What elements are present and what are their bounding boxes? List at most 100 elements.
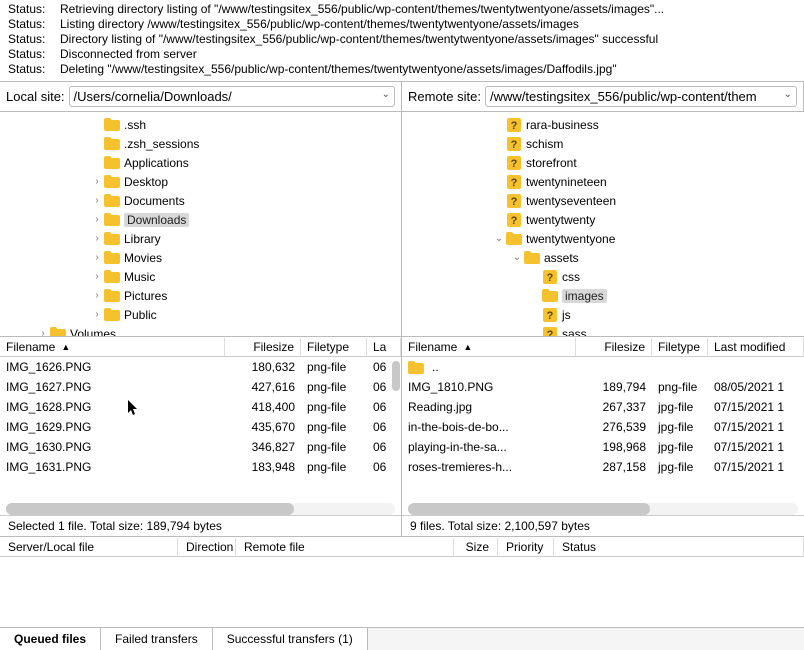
horizontal-scrollbar[interactable] — [6, 503, 395, 515]
tree-item[interactable]: ›?sass — [402, 324, 804, 337]
col-filename[interactable]: Filename▲ — [0, 338, 225, 356]
tree-item[interactable]: ›Applications — [0, 153, 401, 172]
file-name-cell: IMG_1626.PNG — [0, 360, 225, 374]
horizontal-scrollbar[interactable] — [408, 503, 798, 515]
tree-expand-icon[interactable]: › — [90, 309, 104, 320]
transfer-queue-area: Server/Local file Direction Remote file … — [0, 537, 804, 650]
tree-item[interactable]: ›?twentytwenty — [402, 210, 804, 229]
tree-item[interactable]: ›?twentyseventeen — [402, 191, 804, 210]
col-lastmod[interactable]: Last modified — [708, 338, 804, 356]
tree-item[interactable]: ⌄twentytwentyone — [402, 229, 804, 248]
tree-item[interactable]: ›Desktop — [0, 172, 401, 191]
tree-item[interactable]: ›.ssh — [0, 115, 401, 134]
chevron-down-icon[interactable]: ⌄ — [382, 89, 390, 100]
status-message: Disconnected from server — [60, 47, 796, 62]
col-lastmod[interactable]: La — [367, 338, 401, 356]
qcol-direction[interactable]: Direction — [178, 538, 236, 556]
local-directory-tree[interactable]: ›.ssh›.zsh_sessions›Applications›Desktop… — [0, 112, 401, 337]
col-filesize[interactable]: Filesize — [576, 338, 652, 356]
file-row[interactable]: IMG_1629.PNG435,670png-file06 — [0, 417, 401, 437]
remote-site-header: Remote site: /www/testingsitex_556/publi… — [402, 82, 804, 111]
tree-item[interactable]: ›Downloads — [0, 210, 401, 229]
remote-file-list[interactable]: ..IMG_1810.PNG189,794png-file08/05/2021 … — [402, 357, 804, 501]
file-row[interactable]: in-the-bois-de-bo...276,539jpg-file07/15… — [402, 417, 804, 437]
tree-item[interactable]: ›Library — [0, 229, 401, 248]
qcol-remote-file[interactable]: Remote file — [236, 538, 454, 556]
folder-icon — [104, 137, 120, 151]
tree-item[interactable]: ›?schism — [402, 134, 804, 153]
tree-item[interactable]: ›?twentynineteen — [402, 172, 804, 191]
file-row[interactable]: Reading.jpg267,337jpg-file07/15/2021 1 — [402, 397, 804, 417]
remote-directory-tree[interactable]: ›?rara-business›?schism›?storefront ›?twe… — [402, 112, 804, 337]
remote-file-list-header[interactable]: Filename▲ Filesize Filetype Last modifie… — [402, 337, 804, 357]
local-file-list[interactable]: IMG_1626.PNG180,632png-file06IMG_1627.PN… — [0, 357, 401, 501]
file-row[interactable]: IMG_1630.PNG346,827png-file06 — [0, 437, 401, 457]
tree-expand-icon[interactable]: ⌄ — [492, 233, 506, 244]
qcol-status[interactable]: Status — [554, 538, 804, 556]
col-filetype[interactable]: Filetype — [652, 338, 708, 356]
col-filename[interactable]: Filename▲ — [402, 338, 576, 356]
queue-body[interactable] — [0, 557, 804, 627]
folder-icon — [104, 308, 120, 322]
file-row[interactable]: playing-in-the-sa...198,968jpg-file07/15… — [402, 437, 804, 457]
tree-item[interactable]: ›?rara-business — [402, 115, 804, 134]
tree-item[interactable]: ›Documents — [0, 191, 401, 210]
tree-item[interactable]: ›?css — [402, 267, 804, 286]
tree-item[interactable]: ⌄assets — [402, 248, 804, 267]
file-row[interactable]: IMG_1631.PNG183,948png-file06 — [0, 457, 401, 477]
folder-icon — [104, 213, 120, 227]
tree-item[interactable]: ›Movies — [0, 248, 401, 267]
qcol-size[interactable]: Size — [454, 538, 498, 556]
tree-expand-icon[interactable]: › — [90, 271, 104, 282]
status-label: Status: — [8, 47, 60, 62]
col-filesize[interactable]: Filesize — [225, 338, 301, 356]
local-site-path-combo[interactable]: /Users/cornelia/Downloads/ ⌄ — [69, 86, 395, 107]
tree-expand-icon[interactable]: › — [90, 290, 104, 301]
file-row[interactable]: roses-tremieres-h...287,158jpg-file07/15… — [402, 457, 804, 477]
remote-site-path-combo[interactable]: /www/testingsitex_556/public/wp-content/… — [485, 86, 797, 107]
tree-expand-icon[interactable]: › — [90, 214, 104, 225]
chevron-down-icon[interactable]: ⌄ — [784, 89, 792, 100]
file-size-cell: 346,827 — [225, 440, 301, 454]
scrollbar-thumb[interactable] — [392, 361, 400, 391]
file-row[interactable]: IMG_1626.PNG180,632png-file06 — [0, 357, 401, 377]
tree-item[interactable]: ›Music — [0, 267, 401, 286]
tab-failed-transfers[interactable]: Failed transfers — [101, 628, 213, 650]
qcol-server-local[interactable]: Server/Local file — [0, 538, 178, 556]
tree-item[interactable]: ›Volumes — [0, 324, 401, 337]
tree-item[interactable]: ›.zsh_sessions — [0, 134, 401, 153]
local-file-list-header[interactable]: Filename▲ Filesize Filetype La — [0, 337, 401, 357]
tree-expand-icon[interactable]: › — [36, 328, 50, 337]
vertical-scrollbar[interactable] — [391, 357, 401, 501]
tree-item[interactable]: ›?storefront — [402, 153, 804, 172]
folder-icon — [524, 251, 540, 265]
file-row[interactable]: IMG_1810.PNG189,794png-file08/05/2021 1 — [402, 377, 804, 397]
tree-item[interactable]: ›images — [402, 286, 804, 305]
tree-item-label: twentynineteen — [526, 175, 607, 189]
tree-expand-icon[interactable]: › — [90, 252, 104, 263]
tree-item[interactable]: ›Public — [0, 305, 401, 324]
qcol-priority[interactable]: Priority — [498, 538, 554, 556]
file-row[interactable]: .. — [402, 357, 804, 377]
scrollbar-thumb[interactable] — [408, 503, 650, 515]
unknown-folder-icon: ? — [506, 175, 522, 189]
file-row[interactable]: IMG_1628.PNG418,400png-file06 — [0, 397, 401, 417]
tree-expand-icon[interactable]: › — [90, 233, 104, 244]
file-modified-cell: 07/15/2021 1 — [708, 420, 804, 434]
col-filetype[interactable]: Filetype — [301, 338, 367, 356]
tree-expand-icon[interactable]: › — [90, 195, 104, 206]
status-log: Status:Retrieving directory listing of "… — [0, 0, 804, 79]
tree-item[interactable]: ›Pictures — [0, 286, 401, 305]
tab-successful-transfers[interactable]: Successful transfers (1) — [213, 628, 368, 650]
scrollbar-thumb[interactable] — [6, 503, 294, 515]
tree-item-label: js — [562, 308, 571, 322]
folder-icon — [506, 232, 522, 246]
unknown-folder-icon: ? — [506, 194, 522, 208]
file-row[interactable]: IMG_1627.PNG427,616png-file06 — [0, 377, 401, 397]
tree-item[interactable]: ›?js — [402, 305, 804, 324]
tab-queued-files[interactable]: Queued files — [0, 628, 101, 650]
file-size-cell: 276,539 — [576, 420, 652, 434]
tree-expand-icon[interactable]: › — [90, 176, 104, 187]
queue-header[interactable]: Server/Local file Direction Remote file … — [0, 537, 804, 557]
tree-expand-icon[interactable]: ⌄ — [510, 252, 524, 263]
